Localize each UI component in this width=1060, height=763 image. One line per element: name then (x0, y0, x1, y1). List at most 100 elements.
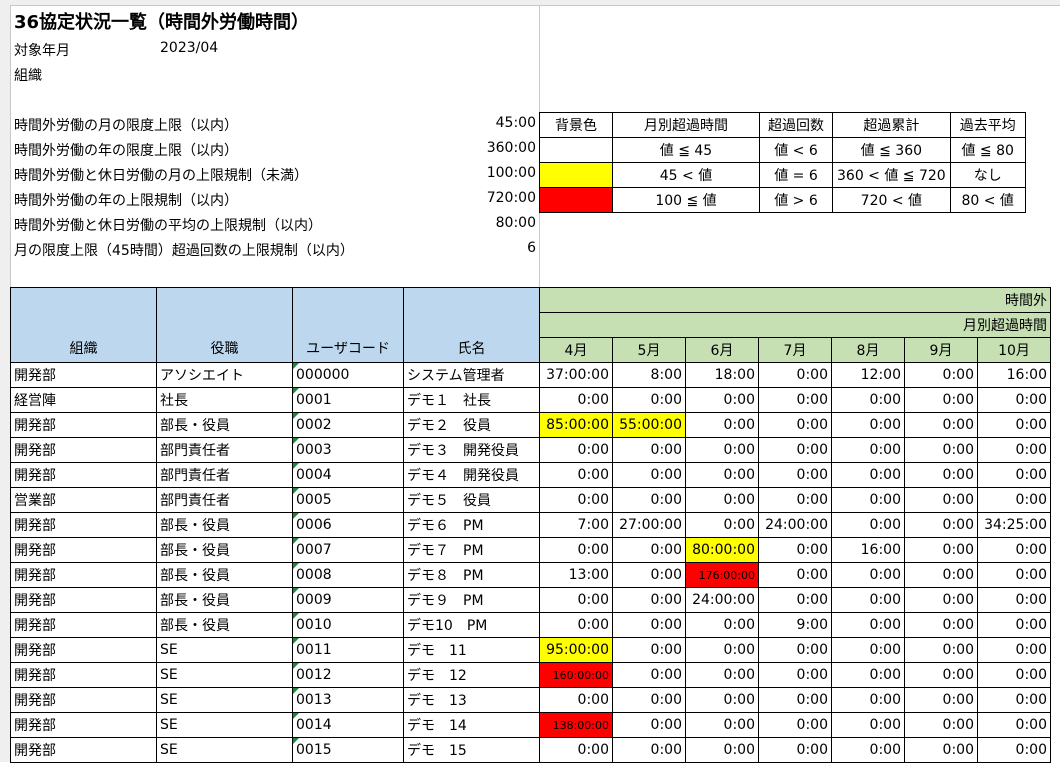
overtime-cell[interactable]: 0:00 (612, 487, 686, 513)
overtime-cell[interactable]: 0:00 (539, 612, 613, 638)
role-cell[interactable]: SE (156, 662, 293, 688)
overtime-cell[interactable]: 24:00:00 (758, 512, 832, 538)
table-row[interactable]: 開発部 部長・役員 0009 デモ９ PM 0:00 0:00 24:00:00 0:00 0:… (10, 587, 1051, 613)
limit-value[interactable]: 80:00 (496, 215, 536, 231)
org-cell[interactable]: 営業部 (10, 487, 157, 513)
overtime-cell[interactable]: 0:00 (904, 512, 978, 538)
overtime-cell[interactable]: 0:00 (831, 662, 905, 688)
table-row[interactable]: 開発部 SE 0012 デモ 12 160:00:00 0:00 0:00 0:00 0:00 0… (10, 662, 1051, 688)
overtime-cell[interactable]: 34:25:00 (977, 512, 1051, 538)
overtime-cell[interactable]: 0:00 (758, 537, 832, 563)
table-row[interactable]: 営業部 部門責任者 0005 デモ５ 役員 0:00 0:00 0:00 0:00 0:00 0:… (10, 487, 1051, 513)
overtime-cell[interactable]: 0:00 (612, 662, 686, 688)
overtime-cell[interactable]: 176:00:00 (685, 562, 759, 588)
overtime-cell[interactable]: 0:00 (904, 687, 978, 713)
role-cell[interactable]: アソシエイト (156, 362, 293, 388)
overtime-cell[interactable]: 0:00 (977, 387, 1051, 413)
month-header[interactable]: 10月 (977, 337, 1051, 363)
role-cell[interactable]: SE (156, 637, 293, 663)
overtime-cell[interactable]: 0:00 (612, 737, 686, 763)
table-row[interactable]: 開発部 部長・役員 0010 デモ10 PM 0:00 0:00 0:00 9:00 0:00 0… (10, 612, 1051, 638)
overtime-cell[interactable]: 0:00 (758, 462, 832, 488)
overtime-cell[interactable]: 37:00:00 (539, 362, 613, 388)
month-header[interactable]: 7月 (758, 337, 832, 363)
table-row[interactable]: 開発部 部長・役員 0006 デモ６ PM 7:00 27:00:00 0:00 24:00:… (10, 512, 1051, 538)
overtime-cell[interactable]: 0:00 (758, 412, 832, 438)
name-cell[interactable]: デモ１ 社長 (403, 387, 540, 413)
name-cell[interactable]: デモ４ 開発役員 (403, 462, 540, 488)
overtime-cell[interactable]: 0:00 (977, 412, 1051, 438)
overtime-cell[interactable]: 12:00 (831, 362, 905, 388)
role-cell[interactable]: SE (156, 737, 293, 763)
overtime-cell[interactable]: 0:00 (758, 587, 832, 613)
overtime-cell[interactable]: 0:00 (977, 487, 1051, 513)
overtime-cell[interactable]: 27:00:00 (612, 512, 686, 538)
overtime-cell[interactable]: 0:00 (685, 487, 759, 513)
month-header[interactable]: 6月 (685, 337, 759, 363)
month-header[interactable]: 4月 (539, 337, 613, 363)
overtime-cell[interactable]: 0:00 (758, 687, 832, 713)
overtime-cell[interactable]: 0:00 (612, 687, 686, 713)
limit-value[interactable]: 6 (527, 240, 536, 256)
overtime-cell[interactable]: 0:00 (539, 387, 613, 413)
overtime-cell[interactable]: 0:00 (977, 662, 1051, 688)
overtime-cell[interactable]: 0:00 (831, 587, 905, 613)
user-code-cell[interactable]: 0005 (292, 487, 404, 513)
overtime-cell[interactable]: 0:00 (904, 487, 978, 513)
table-row[interactable]: 開発部 部長・役員 0007 デモ７ PM 0:00 0:00 80:00:00 0:00 16… (10, 537, 1051, 563)
overtime-cell[interactable]: 9:00 (758, 612, 832, 638)
overtime-cell[interactable]: 0:00 (685, 462, 759, 488)
user-code-cell[interactable]: 0004 (292, 462, 404, 488)
limit-value[interactable]: 45:00 (496, 115, 536, 131)
name-cell[interactable]: デモ 11 (403, 637, 540, 663)
overtime-cell[interactable]: 0:00 (977, 562, 1051, 588)
overtime-cell[interactable]: 0:00 (685, 512, 759, 538)
org-cell[interactable]: 開発部 (10, 612, 157, 638)
overtime-cell[interactable]: 0:00 (831, 637, 905, 663)
overtime-cell[interactable]: 0:00 (612, 612, 686, 638)
role-cell[interactable]: 部門責任者 (156, 462, 293, 488)
table-row[interactable]: 開発部 SE 0011 デモ 11 95:00:00 0:00 0:00 0:00 0:00 0:… (10, 637, 1051, 663)
overtime-cell[interactable]: 0:00 (758, 362, 832, 388)
overtime-cell[interactable]: 0:00 (539, 537, 613, 563)
user-code-cell[interactable]: 0010 (292, 612, 404, 638)
name-cell[interactable]: デモ２ 役員 (403, 412, 540, 438)
overtime-cell[interactable]: 0:00 (612, 587, 686, 613)
month-header[interactable]: 8月 (831, 337, 905, 363)
overtime-cell[interactable]: 0:00 (758, 712, 832, 738)
overtime-cell[interactable]: 0:00 (904, 437, 978, 463)
overtime-cell[interactable]: 0:00 (977, 712, 1051, 738)
name-cell[interactable]: デモ10 PM (403, 612, 540, 638)
overtime-cell[interactable]: 0:00 (685, 412, 759, 438)
overtime-cell[interactable]: 0:00 (904, 662, 978, 688)
org-cell[interactable]: 開発部 (10, 637, 157, 663)
role-cell[interactable]: 社長 (156, 387, 293, 413)
role-cell[interactable]: SE (156, 712, 293, 738)
overtime-cell[interactable]: 0:00 (831, 737, 905, 763)
overtime-cell[interactable]: 0:00 (904, 537, 978, 563)
name-cell[interactable]: デモ７ PM (403, 537, 540, 563)
overtime-cell[interactable]: 0:00 (904, 412, 978, 438)
user-code-cell[interactable]: 0014 (292, 712, 404, 738)
overtime-cell[interactable]: 0:00 (831, 612, 905, 638)
limit-value[interactable]: 100:00 (487, 165, 536, 181)
user-code-cell[interactable]: 0007 (292, 537, 404, 563)
name-cell[interactable]: デモ 12 (403, 662, 540, 688)
limit-value[interactable]: 360:00 (487, 140, 536, 156)
overtime-cell[interactable]: 0:00 (831, 562, 905, 588)
overtime-cell[interactable]: 0:00 (612, 562, 686, 588)
overtime-cell[interactable]: 0:00 (904, 587, 978, 613)
overtime-cell[interactable]: 0:00 (612, 712, 686, 738)
overtime-cell[interactable]: 0:00 (904, 387, 978, 413)
overtime-cell[interactable]: 0:00 (831, 462, 905, 488)
overtime-cell[interactable]: 0:00 (758, 562, 832, 588)
column-header[interactable]: 組織 (10, 287, 157, 363)
overtime-cell[interactable]: 13:00 (539, 562, 613, 588)
overtime-cell[interactable]: 0:00 (758, 737, 832, 763)
name-cell[interactable]: システム管理者 (403, 362, 540, 388)
role-cell[interactable]: 部門責任者 (156, 487, 293, 513)
user-code-cell[interactable]: 0012 (292, 662, 404, 688)
overtime-cell[interactable]: 55:00:00 (612, 412, 686, 438)
overtime-cell[interactable]: 0:00 (685, 612, 759, 638)
limit-label[interactable]: 月の限度上限（45時間）超過回数の上限規制（以内） (14, 240, 354, 260)
